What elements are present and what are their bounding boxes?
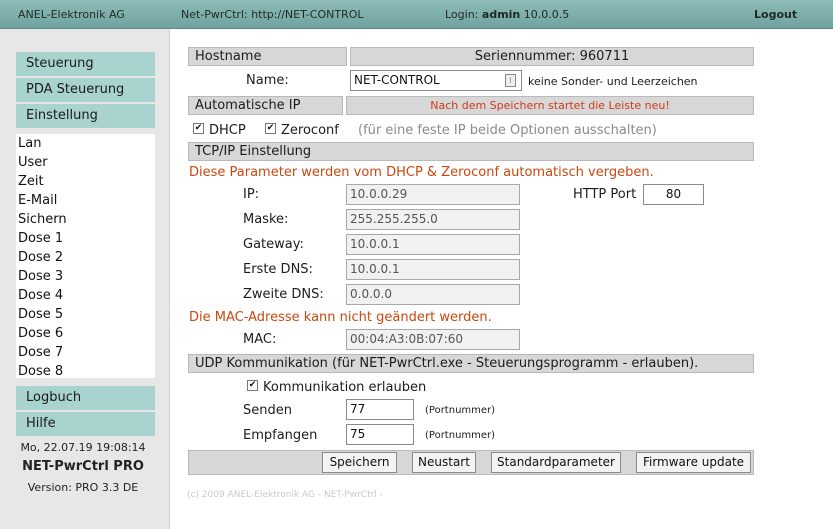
- current-datetime: Mo, 22.07.19 19:08:14: [20, 441, 146, 454]
- submenu-item-dose-3[interactable]: Dose 3: [16, 267, 155, 286]
- gateway-label: Gateway:: [243, 237, 304, 252]
- submenu-item-lan[interactable]: Lan: [16, 134, 155, 153]
- nav-steuerung[interactable]: Steuerung: [16, 52, 155, 76]
- restart-notice: Nach dem Speichern startet die Leiste ne…: [346, 96, 754, 115]
- receive-port-input[interactable]: 75: [346, 424, 414, 445]
- dhcp-label: DHCP: [209, 123, 246, 138]
- login-prefix: Login:: [445, 8, 482, 21]
- company-name: ANEL-Elektronik AG: [18, 8, 125, 21]
- hostname-header: Hostname: [188, 47, 347, 66]
- dhcp-checkbox[interactable]: ✔: [193, 123, 204, 134]
- mac-notice: Die MAC-Adresse kann nicht geändert werd…: [189, 310, 492, 325]
- dns1-field: 10.0.0.1: [346, 259, 520, 280]
- dhcp-notice: Diese Parameter werden vom DHCP & Zeroco…: [189, 165, 654, 180]
- defaults-button[interactable]: Standardparameter: [491, 452, 621, 473]
- restart-button[interactable]: Neustart: [412, 452, 476, 473]
- ip-field: 10.0.0.29: [346, 184, 520, 205]
- zeroconf-checkbox[interactable]: ✔: [265, 123, 276, 134]
- submenu-item-dose-1[interactable]: Dose 1: [16, 229, 155, 248]
- submenu-item-dose-4[interactable]: Dose 4: [16, 286, 155, 305]
- product-name: NET-PwrCtrl PRO: [22, 459, 144, 474]
- nav-logbuch[interactable]: Logbuch: [16, 386, 155, 410]
- send-port-hint: (Portnummer): [425, 405, 496, 416]
- save-button[interactable]: Speichern: [322, 452, 397, 473]
- receive-port-hint: (Portnummer): [425, 430, 496, 441]
- zeroconf-label: Zeroconf: [281, 123, 339, 138]
- firmware-update-button[interactable]: Firmware update: [636, 452, 751, 473]
- mac-field: 00:04:A3:0B:07:60: [346, 329, 520, 350]
- device-address: Net-PwrCtrl: http://NET-CONTROL: [181, 8, 364, 21]
- submenu-item-dose-8[interactable]: Dose 8: [16, 362, 155, 381]
- send-label: Senden: [243, 403, 292, 418]
- name-hint: keine Sonder- und Leerzeichen: [528, 75, 698, 88]
- login-user: admin: [481, 8, 521, 21]
- name-input[interactable]: NET-CONTROL: [350, 70, 522, 91]
- nav-einstellung[interactable]: Einstellung: [16, 104, 155, 128]
- dns2-label: Zweite DNS:: [243, 287, 324, 302]
- auto-ip-header: Automatische IP: [188, 96, 343, 115]
- login-ip: 10.0.0.5: [520, 8, 570, 21]
- ip-label: IP:: [243, 187, 260, 202]
- input-id-icon: ⁝: [505, 74, 516, 87]
- submenu-item-zeit[interactable]: Zeit: [16, 172, 155, 191]
- fixed-ip-hint: (für eine feste IP beide Optionen aussch…: [358, 123, 657, 138]
- receive-label: Empfangen: [243, 428, 318, 443]
- firmware-version: Version: PRO 3.3 DE: [27, 481, 139, 494]
- mac-label: MAC:: [243, 332, 277, 347]
- submenu-item-sichern[interactable]: Sichern: [16, 210, 155, 229]
- udp-header: UDP Kommunikation (für NET-PwrCtrl.exe -…: [188, 354, 754, 373]
- sidebar: Steuerung PDA Steuerung Einstellung Lan …: [0, 29, 170, 529]
- nav-pda-steuerung[interactable]: PDA Steuerung: [16, 78, 155, 102]
- dns1-label: Erste DNS:: [243, 262, 313, 277]
- send-port-input[interactable]: 77: [346, 399, 414, 420]
- dns2-field: 0.0.0.0: [346, 284, 520, 305]
- copyright-note: (c) 2009 ANEL-Elektronik AG - NET-PwrCtr…: [187, 490, 383, 500]
- mask-field: 255.255.255.0: [346, 209, 520, 230]
- submenu-item-dose-5[interactable]: Dose 5: [16, 305, 155, 324]
- gateway-field: 10.0.0.1: [346, 234, 520, 255]
- submenu-item-email[interactable]: E-Mail: [16, 191, 155, 210]
- submenu-item-dose-6[interactable]: Dose 6: [16, 324, 155, 343]
- nav-hilfe[interactable]: Hilfe: [16, 412, 155, 436]
- logout-link[interactable]: Logout: [754, 8, 797, 21]
- tcpip-header: TCP/IP Einstellung: [188, 142, 754, 161]
- settings-submenu: Lan User Zeit E-Mail Sichern Dose 1 Dose…: [16, 134, 155, 381]
- name-label: Name:: [246, 73, 289, 88]
- udp-allow-checkbox[interactable]: ✔: [247, 380, 258, 391]
- http-port-input[interactable]: 80: [643, 184, 704, 205]
- http-port-label: HTTP Port: [573, 187, 637, 202]
- serial-number: Seriennummer: 960711: [350, 47, 754, 66]
- submenu-item-dose-7[interactable]: Dose 7: [16, 343, 155, 362]
- mask-label: Maske:: [243, 212, 289, 227]
- submenu-item-user[interactable]: User: [16, 153, 155, 172]
- login-info: Login: admin 10.0.0.5: [445, 8, 569, 21]
- submenu-item-dose-2[interactable]: Dose 2: [16, 248, 155, 267]
- top-bar: ANEL-Elektronik AG Net-PwrCtrl: http://N…: [0, 0, 833, 29]
- udp-allow-label: Kommunikation erlauben: [263, 380, 427, 395]
